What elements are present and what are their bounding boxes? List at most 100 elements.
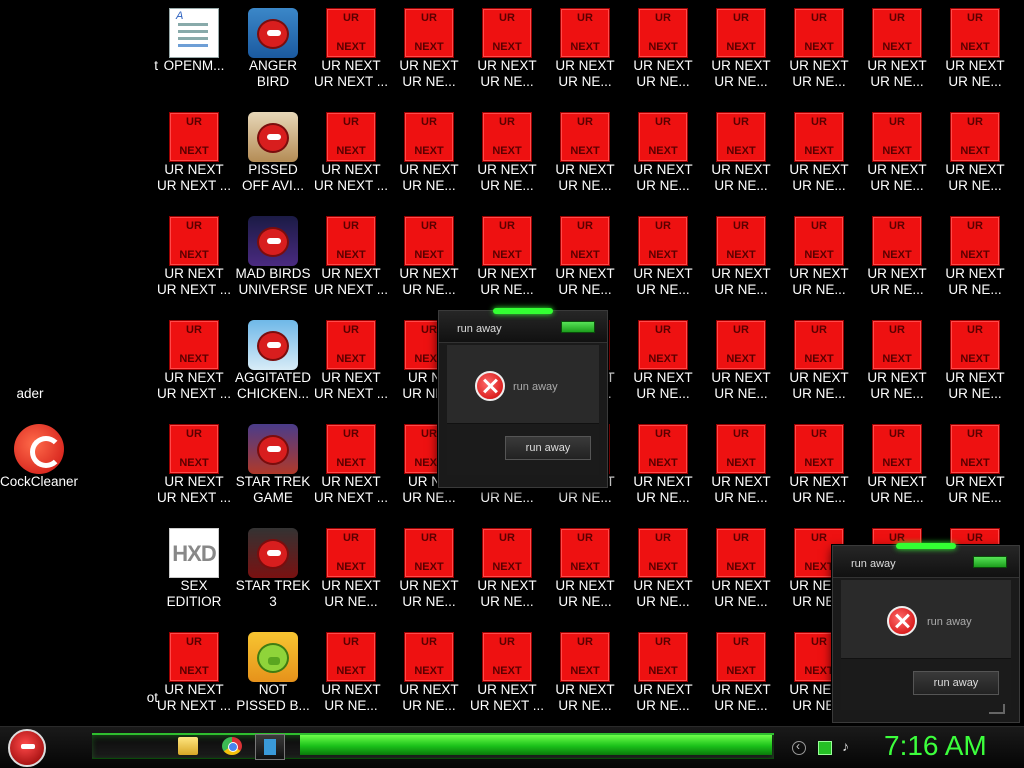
desktop-icon-ur-next[interactable]: UR NEXT UR NEXT UR NE... [702, 208, 780, 308]
pig-icon [248, 632, 298, 682]
desktop-icon-ur-next[interactable]: UR NEXT UR NEXT UR NE... [624, 416, 702, 516]
volume-icon[interactable] [842, 738, 856, 755]
chrome-icon[interactable] [222, 737, 242, 755]
tray-back-icon[interactable] [792, 739, 806, 755]
desktop-icon-ur-next[interactable]: UR NEXT UR NEXT UR NE... [624, 624, 702, 724]
desktop-icon-hex-editor[interactable]: HXD SEX EDITIOR [155, 520, 233, 620]
desktop-icon-ur-next[interactable]: UR NEXT UR NEXT UR NE... [546, 624, 624, 724]
ur-next-icon: UR NEXT [326, 528, 376, 578]
desktop-icon-ur-next[interactable]: UR NEXT UR NEXT UR NE... [702, 104, 780, 204]
bird-face [257, 539, 289, 569]
desktop-icon-ur-next[interactable]: UR NEXT UR NEXT UR NE... [936, 0, 1014, 100]
desktop-icon-ur-next[interactable]: UR NEXT UR NEXT UR NE... [468, 104, 546, 204]
desktop-icon-game[interactable]: PISSED OFF AVI... [234, 104, 312, 204]
desktop-icon-ur-next[interactable]: UR NEXT UR NEXT UR NE... [858, 416, 936, 516]
network-icon[interactable] [818, 741, 832, 755]
close-button[interactable] [973, 556, 1007, 568]
desktop-icon-partial-reader[interactable]: ader [0, 328, 60, 428]
run-away-button[interactable]: run away [913, 671, 999, 695]
desktop-icon-game[interactable]: MAD BIRDS UNIVERSE [234, 208, 312, 308]
desktop-icon-partial[interactable]: t [118, 0, 158, 100]
error-dialog-1[interactable]: run away run away run away [438, 308, 608, 488]
desktop-icon-ur-next[interactable]: UR NEXT UR NEXT UR NEXT ... [312, 208, 390, 308]
desktop-icon-ur-next[interactable]: UR NEXT UR NEXT UR NE... [390, 520, 468, 620]
desktop-icon-ur-next[interactable]: UR NEXT UR NEXT UR NE... [546, 0, 624, 100]
desktop-icon-ur-next[interactable]: UR NEXT UR NEXT UR NE... [468, 0, 546, 100]
desktop-icon-ur-next[interactable]: UR NEXT UR NEXT UR NE... [546, 520, 624, 620]
desktop-icon-ur-next[interactable]: UR NEXT UR NEXT UR NE... [936, 208, 1014, 308]
desktop-icon-ur-next[interactable]: UR NEXT UR NEXT UR NEXT ... [468, 624, 546, 724]
desktop-icon-ur-next[interactable]: UR NEXT UR NEXT UR NE... [858, 104, 936, 204]
desktop-icon-ur-next[interactable]: UR NEXT UR NEXT UR NE... [702, 0, 780, 100]
icon-caption: NEXT [648, 561, 678, 573]
ur-next-icon: UR NEXT [326, 8, 376, 58]
desktop-icon-ur-next[interactable]: UR NEXT UR NEXT UR NE... [624, 0, 702, 100]
start-button[interactable] [8, 729, 46, 767]
desktop-icon-ur-next[interactable]: UR NEXT UR NEXT UR NE... [468, 208, 546, 308]
desktop-icon-ur-next[interactable]: UR NEXT UR NEXT UR NE... [312, 520, 390, 620]
desktop-icon-openm[interactable]: A OPENM... [155, 0, 233, 100]
taskbar-app-button[interactable] [255, 734, 285, 760]
desktop-icon-ur-next[interactable]: UR NEXT UR NEXT UR NE... [702, 624, 780, 724]
desktop-icon-ur-next[interactable]: UR NEXT UR NEXT UR NE... [390, 0, 468, 100]
desktop-icon-game[interactable]: ANGER BIRD [234, 0, 312, 100]
desktop-icon-game[interactable]: NOT PISSED B... [234, 624, 312, 724]
desktop-icon-ur-next[interactable]: UR NEXT UR NEXT UR NE... [780, 0, 858, 100]
desktop-icon-ur-next[interactable]: UR NEXT UR NEXT UR NEXT ... [312, 416, 390, 516]
icon-caption: UR [889, 428, 905, 440]
ur-next-icon: UR NEXT [404, 632, 454, 682]
desktop-icon-ur-next[interactable]: UR NEXT UR NEXT UR NE... [702, 312, 780, 412]
desktop-icon-ur-next[interactable]: UR NEXT UR NEXT UR NE... [936, 312, 1014, 412]
desktop-icon-ur-next[interactable]: UR NEXT UR NEXT UR NE... [624, 520, 702, 620]
desktop-icon-ur-next[interactable]: UR NEXT UR NEXT UR NE... [780, 416, 858, 516]
desktop-icon-ur-next[interactable]: UR NEXT UR NEXT UR NEXT ... [312, 0, 390, 100]
desktop-icon-ur-next[interactable]: UR NEXT UR NEXT UR NE... [546, 104, 624, 204]
icon-caption: UR [967, 532, 983, 544]
desktop-icon-game[interactable]: STAR TREK 3 [234, 520, 312, 620]
desktop-icon-ur-next[interactable]: UR NEXT UR NEXT UR NEXT ... [155, 624, 233, 724]
desktop-icon-ur-next[interactable]: UR NEXT UR NEXT UR NE... [780, 104, 858, 204]
resize-grip[interactable] [989, 704, 1005, 714]
desktop-icon-ur-next[interactable]: UR NEXT UR NEXT UR NE... [702, 416, 780, 516]
desktop-icon-ur-next[interactable]: UR NEXT UR NEXT UR NE... [390, 624, 468, 724]
desktop-icon-ur-next[interactable]: UR NEXT UR NEXT UR NEXT ... [155, 208, 233, 308]
desktop-icon-ur-next[interactable]: UR NEXT UR NEXT UR NEXT ... [155, 104, 233, 204]
desktop-icon-ur-next[interactable]: UR NEXT UR NEXT UR NE... [858, 312, 936, 412]
ur-next-icon: UR NEXT [169, 112, 219, 162]
desktop-icon-ur-next[interactable]: UR NEXT UR NEXT UR NEXT ... [312, 312, 390, 412]
desktop-icon-ur-next[interactable]: UR NEXT UR NEXT UR NE... [858, 208, 936, 308]
desktop-icon-game[interactable]: AGGITATED CHICKEN... [234, 312, 312, 412]
desktop-icon-partial-bottom[interactable]: ot [118, 632, 158, 726]
close-button[interactable] [561, 321, 595, 333]
dialog-titlebar[interactable]: run away [439, 308, 607, 343]
desktop-icon-ur-next[interactable]: UR NEXT UR NEXT UR NE... [390, 104, 468, 204]
desktop-icon-ur-next[interactable]: UR NEXT UR NEXT UR NE... [546, 208, 624, 308]
icon-caption: UR [343, 12, 359, 24]
desktop-icon-ur-next[interactable]: UR NEXT UR NEXT UR NE... [624, 208, 702, 308]
icon-caption: UR [577, 12, 593, 24]
run-away-button[interactable]: run away [505, 436, 591, 460]
desktop-icon-ur-next[interactable]: UR NEXT UR NEXT UR NE... [936, 104, 1014, 204]
desktop-icon-ur-next[interactable]: UR NEXT UR NEXT UR NE... [780, 208, 858, 308]
desktop-icon-ur-next[interactable]: UR NEXT UR NEXT UR NE... [312, 624, 390, 724]
desktop-icon-ccleaner[interactable]: CockCleaner [0, 416, 78, 516]
desktop-icon-game[interactable]: STAR TREK GAME [234, 416, 312, 516]
icon-label: UR NEXT UR NE... [633, 58, 693, 89]
desktop-icon-ur-next[interactable]: UR NEXT UR NEXT UR NE... [390, 208, 468, 308]
desktop-icon-ur-next[interactable]: UR NEXT UR NEXT UR NE... [858, 0, 936, 100]
desktop-icon-ur-next[interactable]: UR NEXT UR NEXT UR NEXT ... [155, 416, 233, 516]
desktop-icon-ur-next[interactable]: UR NEXT UR NEXT UR NE... [624, 312, 702, 412]
error-dialog-2[interactable]: run away run away run away [832, 543, 1020, 723]
desktop-icon-ur-next[interactable]: UR NEXT UR NEXT UR NE... [702, 520, 780, 620]
desktop-icon-ur-next[interactable]: UR NEXT UR NEXT UR NEXT ... [312, 104, 390, 204]
folder-icon[interactable] [178, 737, 198, 755]
dialog-titlebar[interactable]: run away [833, 543, 1019, 578]
desktop-icon-ur-next[interactable]: UR NEXT UR NEXT UR NEXT ... [155, 312, 233, 412]
desktop-icon-ur-next[interactable]: UR NEXT UR NEXT UR NE... [624, 104, 702, 204]
desktop-icon-ur-next[interactable]: UR NEXT UR NEXT UR NE... [936, 416, 1014, 516]
clock[interactable]: 7:16 AM [884, 730, 987, 762]
icon-caption: UR [421, 116, 437, 128]
desktop-icon-ur-next[interactable]: UR NEXT UR NEXT UR NE... [780, 312, 858, 412]
icon-label: UR NEXT UR NE... [399, 682, 459, 713]
desktop-icon-ur-next[interactable]: UR NEXT UR NEXT UR NE... [468, 520, 546, 620]
